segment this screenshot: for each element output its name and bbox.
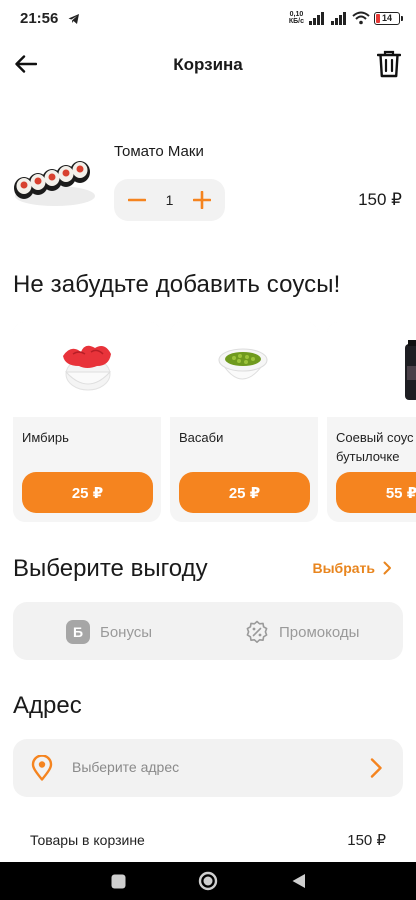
sauce-name: Имбирь — [22, 430, 69, 445]
promocodes-option[interactable]: Промокоды — [245, 620, 359, 644]
network-speed: 0,10 КБ/с — [288, 11, 304, 25]
summary-items-label: Товары в корзине — [30, 832, 145, 848]
quantity-value: 1 — [165, 192, 174, 208]
wifi-icon — [352, 11, 370, 25]
add-sauce-button[interactable]: 25 ₽ — [22, 472, 153, 513]
product-image — [10, 138, 100, 218]
recents-button[interactable] — [98, 862, 138, 900]
increase-quantity-button[interactable] — [191, 189, 213, 211]
location-pin-icon — [31, 755, 53, 781]
sauce-name: Васаби — [179, 430, 224, 445]
sauce-carousel[interactable]: Имбирь 25 ₽ Васаби 25 ₽ Соевый соус в бу… — [13, 322, 416, 522]
benefit-heading: Выберите выгоду — [13, 555, 208, 582]
address-placeholder: Выберите адрес — [72, 759, 180, 775]
bonus-icon: Б — [66, 620, 90, 644]
header: Корзина — [0, 36, 416, 94]
signal-icon — [331, 12, 346, 25]
bonuses-label: Бонусы — [100, 623, 153, 641]
discount-icon — [246, 620, 268, 643]
back-nav-button[interactable] — [278, 862, 318, 900]
sauce-card[interactable]: Соевый соус в бутылочке 55 ₽ — [327, 322, 416, 522]
clear-cart-button[interactable] — [374, 48, 404, 80]
status-bar: 21:56 0,10 КБ/с 14 — [0, 0, 416, 36]
sauce-card[interactable]: Имбирь 25 ₽ — [13, 322, 161, 522]
choose-benefit-label: Выбрать — [312, 560, 375, 576]
sauce-image — [13, 322, 161, 417]
sauce-card[interactable]: Васаби 25 ₽ — [170, 322, 318, 522]
address-heading: Адрес — [13, 692, 82, 719]
plus-icon — [192, 191, 211, 209]
decrease-quantity-button[interactable] — [126, 189, 148, 211]
product-price: 150 ₽ — [358, 190, 402, 209]
promocodes-label: Промокоды — [279, 623, 360, 641]
product-name: Томато Маки — [114, 143, 204, 160]
add-sauce-button[interactable]: 25 ₽ — [179, 472, 310, 513]
battery-icon: 14 — [374, 11, 403, 25]
sauces-heading: Не забудьте добавить соусы! — [13, 271, 341, 298]
status-icons: 0,10 КБ/с 14 — [288, 9, 403, 27]
summary-items-value: 150 ₽ — [347, 832, 386, 849]
square-icon — [111, 874, 125, 888]
sauce-image — [170, 322, 318, 417]
circle-icon — [198, 871, 218, 891]
chevron-right-icon — [370, 758, 382, 778]
address-select-field[interactable]: Выберите адрес — [13, 739, 403, 797]
trash-icon — [377, 50, 401, 78]
choose-benefit-link[interactable]: Выбрать — [312, 560, 392, 576]
triangle-back-icon — [292, 874, 305, 888]
sauce-name: Соевый соус в бутылочке — [336, 430, 416, 464]
cart-item: Томато Маки 1 150 ₽ — [0, 132, 416, 232]
benefit-selector: Б Бонусы Промокоды — [13, 602, 403, 660]
system-nav-bar — [0, 862, 416, 900]
chevron-right-icon — [383, 561, 391, 575]
home-button[interactable] — [188, 862, 228, 900]
summary-row: Товары в корзине 150 ₽ — [0, 828, 416, 852]
signal-icon — [309, 12, 324, 25]
status-time: 21:56 — [20, 10, 59, 27]
add-sauce-button[interactable]: 55 ₽ — [336, 472, 416, 513]
telegram-icon — [68, 14, 79, 24]
sauce-image — [327, 322, 416, 417]
quantity-stepper: 1 — [114, 179, 225, 221]
minus-icon — [128, 198, 146, 202]
page-title: Корзина — [173, 55, 243, 74]
bonuses-option[interactable]: Б Бонусы — [66, 620, 152, 644]
